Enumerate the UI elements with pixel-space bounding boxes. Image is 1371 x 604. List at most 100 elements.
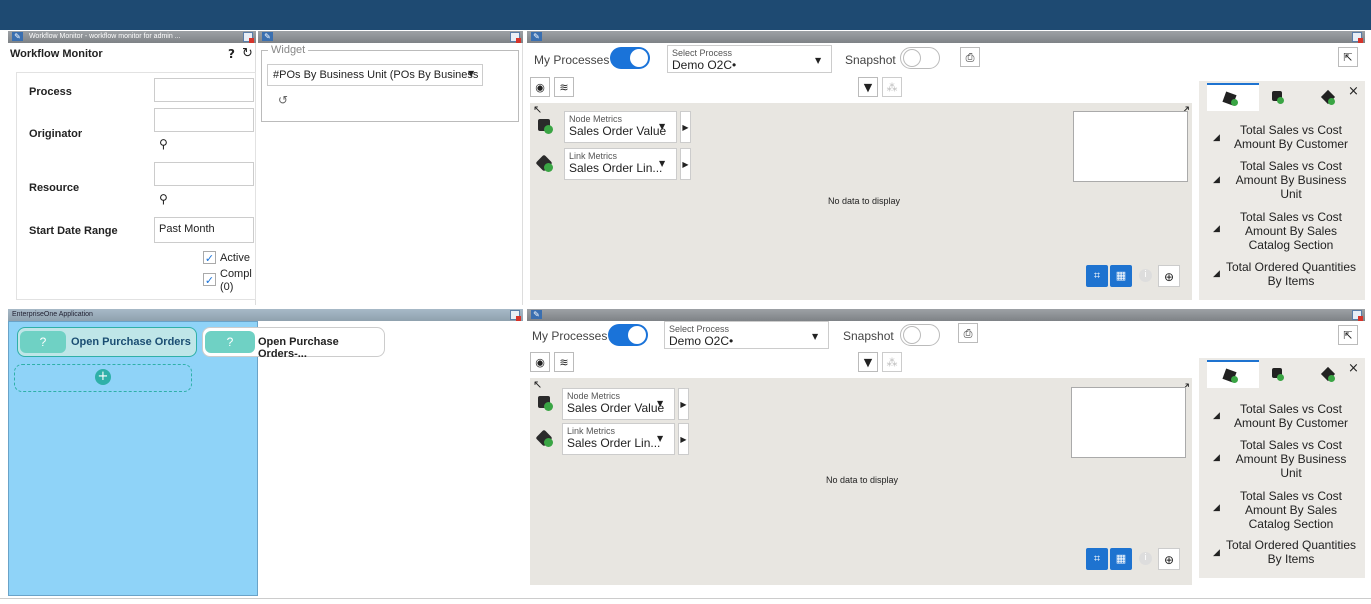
expand-triangle-icon[interactable]: ◢ xyxy=(1213,411,1220,421)
enterprise-panel-title-bar: EnterpriseOne Application xyxy=(8,309,523,321)
originator-label: Originator xyxy=(29,128,83,140)
kpi-item[interactable]: Total Sales vs Cost Amount By Business U… xyxy=(1225,438,1357,480)
question-icon: ? xyxy=(20,331,66,353)
process-canvas[interactable]: ↖ ↗ Node Metrics Sales Order Value ▼ ▶ L… xyxy=(530,378,1192,585)
fit-view-icon[interactable]: ⌗ xyxy=(1086,548,1108,570)
expand-triangle-icon[interactable]: ◢ xyxy=(1213,548,1220,558)
originator-search-icon[interactable]: ⚲ xyxy=(159,137,168,151)
filter-icon[interactable]: ▼ xyxy=(858,77,878,97)
collapse-arrow-icon[interactable]: ↖ xyxy=(533,378,542,391)
question-icon: ? xyxy=(205,331,255,353)
undo-icon[interactable]: ↺ xyxy=(278,93,288,107)
locate-icon[interactable]: ⊕ xyxy=(1158,548,1180,570)
expand-triangle-icon[interactable]: ◢ xyxy=(1213,503,1220,513)
kpi-item[interactable]: Total Sales vs Cost Amount By Sales Cata… xyxy=(1225,210,1357,252)
kpi-item[interactable]: Total Sales vs Cost Amount By Sales Cata… xyxy=(1225,489,1357,531)
minimap[interactable] xyxy=(1071,387,1186,458)
info-icon[interactable]: i xyxy=(1139,269,1152,282)
link-metrics-next-button[interactable]: ▶ xyxy=(678,423,689,455)
eye-icon[interactable]: ◉ xyxy=(530,352,550,372)
kpi-item[interactable]: Total Sales vs Cost Amount By Customer xyxy=(1225,402,1357,430)
save-icon[interactable]: ⎙ xyxy=(958,323,978,343)
edit-icon[interactable]: ✎ xyxy=(531,31,542,41)
close-icon[interactable]: × xyxy=(1348,361,1359,376)
node-metrics-value: Sales Order Value xyxy=(569,124,667,138)
select-process-dropdown[interactable]: Select Process Demo O2C• ▼ xyxy=(667,45,832,73)
completed-checkbox[interactable]: ✓ xyxy=(203,273,216,287)
info-icon[interactable]: i xyxy=(1139,552,1152,565)
originator-input[interactable] xyxy=(154,108,254,132)
remove-panel-icon[interactable] xyxy=(1352,310,1363,321)
add-application-button[interactable]: + xyxy=(14,364,192,392)
table-view-icon[interactable]: ▦ xyxy=(1110,265,1132,287)
layers-icon[interactable]: ≋ xyxy=(554,352,574,372)
edit-icon[interactable]: ✎ xyxy=(262,31,273,41)
my-processes-toggle[interactable] xyxy=(608,324,648,346)
remove-panel-icon[interactable] xyxy=(1352,32,1363,43)
refresh-icon[interactable]: ↻ xyxy=(242,46,253,61)
snapshot-toggle[interactable] xyxy=(900,324,940,346)
link-metrics-next-button[interactable]: ▶ xyxy=(680,148,691,180)
process-canvas[interactable]: ↖ ↗ Node Metrics Sales Order Value ▼ ▶ L… xyxy=(530,103,1192,300)
remove-panel-icon[interactable] xyxy=(510,310,521,321)
my-processes-label: My Processes xyxy=(532,329,608,343)
open-purchase-orders-button[interactable]: ? Open Purchase Orders xyxy=(17,327,197,357)
resource-input[interactable] xyxy=(154,162,254,186)
kpi-side-panel: × ◢ Total Sales vs Cost Amount By Custom… xyxy=(1199,358,1365,578)
tab-nodes[interactable] xyxy=(1207,83,1259,111)
edit-icon[interactable]: ✎ xyxy=(531,309,542,319)
remove-panel-icon[interactable] xyxy=(510,32,521,43)
snapshot-toggle[interactable] xyxy=(900,47,940,69)
my-processes-toggle[interactable] xyxy=(610,47,650,69)
resource-search-icon[interactable]: ⚲ xyxy=(159,192,168,206)
save-icon[interactable]: ⎙ xyxy=(960,47,980,67)
network-icon[interactable]: ⁂ xyxy=(882,352,902,372)
minimap[interactable] xyxy=(1073,111,1188,182)
export-icon[interactable]: ⇱ xyxy=(1338,47,1358,67)
close-icon[interactable]: × xyxy=(1348,84,1359,99)
locate-icon[interactable]: ⊕ xyxy=(1158,265,1180,287)
select-process-dropdown[interactable]: Select Process Demo O2C• ▼ xyxy=(664,321,829,349)
expand-triangle-icon[interactable]: ◢ xyxy=(1213,175,1220,185)
my-processes-label: My Processes xyxy=(534,53,610,67)
node-metrics-label: Node Metrics xyxy=(569,114,623,124)
open-purchase-orders-label: Open Purchase Orders xyxy=(71,336,191,348)
kpi-item[interactable]: Total Ordered Quantities By Items xyxy=(1225,260,1357,288)
network-icon[interactable]: ⁂ xyxy=(882,77,902,97)
export-icon[interactable]: ⇱ xyxy=(1338,325,1358,345)
kpi-item[interactable]: Total Sales vs Cost Amount By Customer xyxy=(1225,123,1357,151)
kpi-item[interactable]: Total Ordered Quantities By Items xyxy=(1225,538,1357,566)
start-date-select[interactable]: Past Month xyxy=(154,217,254,243)
expand-triangle-icon[interactable]: ◢ xyxy=(1213,269,1220,279)
open-purchase-orders-2-button[interactable]: ? Open Purchase Orders-... xyxy=(202,327,385,360)
help-icon[interactable]: ? xyxy=(228,47,235,61)
widget-select[interactable]: #POs By Business Unit (POs By Business .… xyxy=(267,64,483,86)
completed-count: (0) xyxy=(220,281,234,293)
process-panel-top-title-bar: ✎ xyxy=(527,31,1365,43)
fit-view-icon[interactable]: ⌗ xyxy=(1086,265,1108,287)
enterprise-highlight xyxy=(8,321,258,596)
no-data-message: No data to display xyxy=(826,475,899,485)
eye-icon[interactable]: ◉ xyxy=(530,77,550,97)
filter-icon[interactable]: ▼ xyxy=(858,352,878,372)
node-metrics-next-button[interactable]: ▶ xyxy=(678,388,689,420)
node-metrics-next-button[interactable]: ▶ xyxy=(680,111,691,143)
expand-triangle-icon[interactable]: ◢ xyxy=(1213,453,1220,463)
expand-triangle-icon[interactable]: ◢ xyxy=(1213,133,1220,143)
tab-nodes[interactable] xyxy=(1207,360,1259,388)
chevron-down-icon: ▼ xyxy=(812,332,819,341)
kpi-item[interactable]: Total Sales vs Cost Amount By Business U… xyxy=(1225,159,1357,201)
collapse-arrow-icon[interactable]: ↖ xyxy=(533,103,542,116)
layers-icon[interactable]: ≋ xyxy=(554,77,574,97)
link-metrics-icon-badge xyxy=(544,438,553,447)
process-input[interactable] xyxy=(154,78,254,102)
select-process-label: Select Process xyxy=(669,324,730,334)
table-view-icon[interactable]: ▦ xyxy=(1110,548,1132,570)
node-metric-tab-badge xyxy=(1277,374,1284,381)
remove-panel-icon[interactable] xyxy=(243,32,254,43)
process-panel-bottom: My Processes Select Process Demo O2C• ▼ … xyxy=(527,321,1365,591)
expand-triangle-icon[interactable]: ◢ xyxy=(1213,224,1220,234)
active-checkbox[interactable]: ✓ xyxy=(203,251,216,265)
edit-icon[interactable]: ✎ xyxy=(12,31,23,41)
workflow-heading: Workflow Monitor xyxy=(10,48,103,60)
